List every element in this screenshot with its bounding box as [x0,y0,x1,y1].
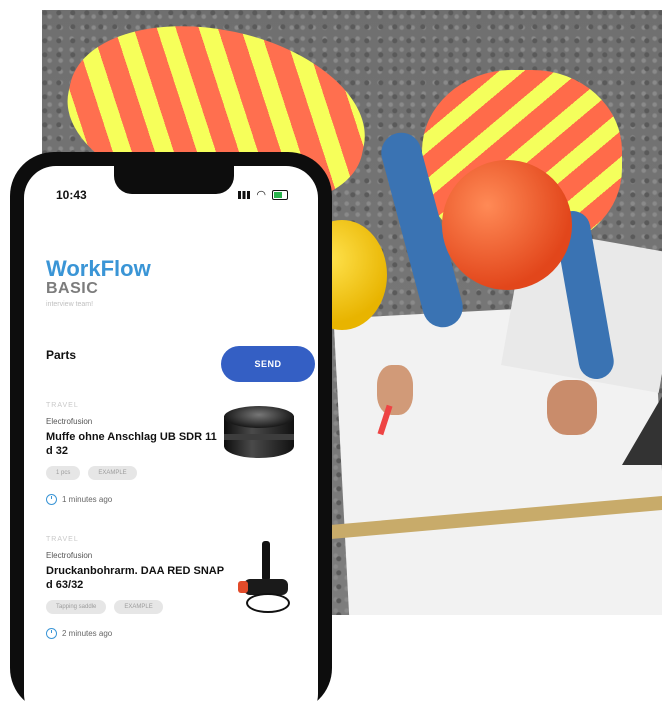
product-image-tapping-saddle [238,541,298,616]
parts-label: Parts [46,348,77,362]
saddle-stem [262,541,270,581]
item-tag: 1 pcs [46,466,81,480]
status-time: 10:43 [56,188,87,202]
coupler-band [224,434,294,440]
app-title: WorkFlow [46,256,151,281]
item-time-text: 1 minutes ago [62,495,113,504]
clock-icon [46,494,57,505]
coupler-top [224,406,294,428]
orange-hardhat [442,160,572,290]
item-time-text: 2 minutes ago [62,629,113,638]
app-subtitle: BASIC [46,280,99,297]
wifi-icon: ◠ [256,189,266,201]
saddle-red-tab [238,581,248,593]
saddle-ring [246,593,290,613]
item-tag: Tapping saddle [46,600,107,614]
send-button[interactable]: SEND [221,346,315,382]
worker-hand-2 [547,380,597,435]
item-time: 1 minutes ago [46,494,316,505]
item-tag: EXAMPLE [114,600,163,614]
item-tag: EXAMPLE [88,466,137,480]
signal-icon [238,190,251,199]
phone-mockup: 10:43 ◠ WorkFlow BASIC interview team! P… [10,152,332,726]
product-image-coupler [224,406,294,468]
item-name: Druckanbohrarm. DAA RED SNAP d 63/32 [46,565,224,591]
battery-icon [272,189,288,200]
item-time: 2 minutes ago [46,628,316,639]
worker-hand [377,365,413,415]
app-tagline: interview team! [46,301,94,308]
clock-icon [46,628,57,639]
item-name: Muffe ohne Anschlag UB SDR 11 d 32 [46,431,217,457]
item-tags: 1 pcs EXAMPLE [46,466,316,480]
phone-screen: 10:43 ◠ WorkFlow BASIC interview team! P… [24,166,318,726]
tape-flag [622,345,662,465]
phone-notch [114,166,234,194]
status-icons: ◠ [238,188,288,201]
